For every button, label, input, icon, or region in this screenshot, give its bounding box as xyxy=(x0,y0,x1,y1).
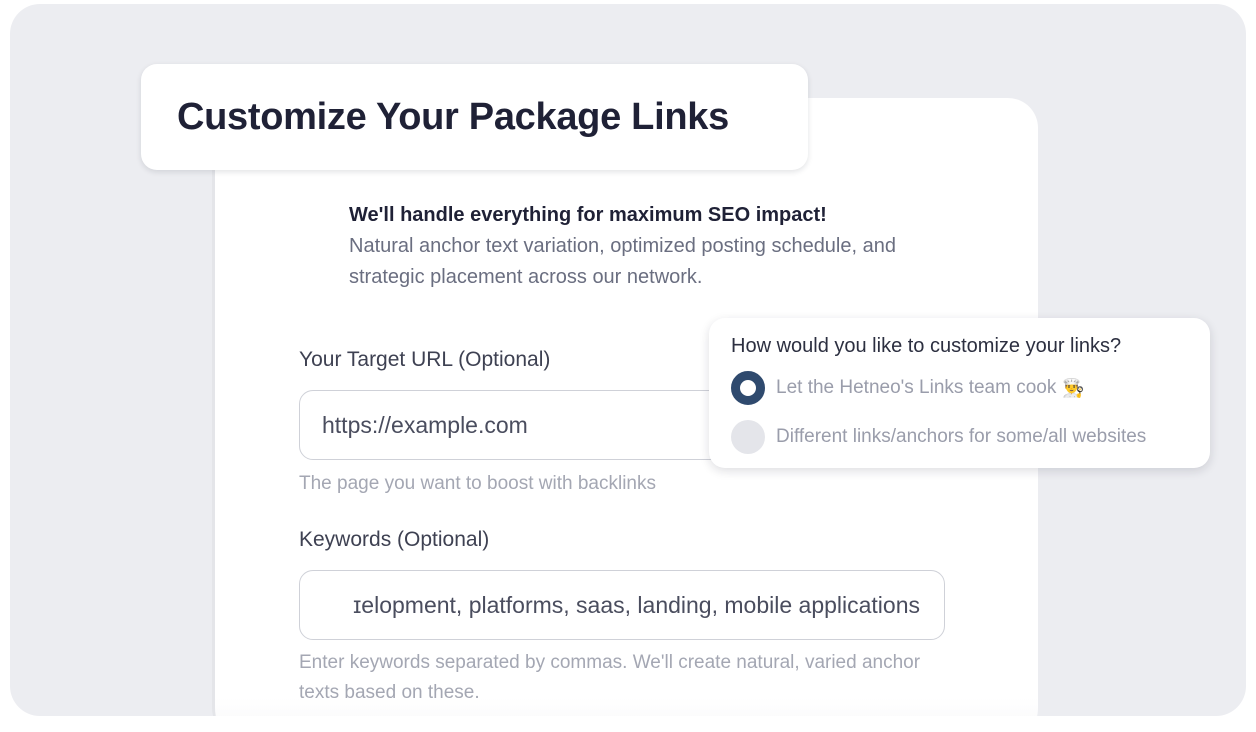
title-banner: Customize Your Package Links xyxy=(141,64,808,170)
option-different-links[interactable]: Different links/anchors for some/all web… xyxy=(731,420,1146,454)
radio-selected[interactable] xyxy=(731,371,765,405)
keywords-value: ɪelopment, platforms, saas, landing, mob… xyxy=(353,591,920,618)
option-team-cook[interactable]: Let the Hetneo's Links team cook 👨‍🍳 xyxy=(731,371,1085,405)
notice-heading: We'll handle everything for maximum SEO … xyxy=(349,204,827,226)
popover-question: How would you like to customize your lin… xyxy=(731,335,1122,357)
chef-icon: 👨‍🍳 xyxy=(1062,377,1085,398)
keywords-label: Keywords (Optional) xyxy=(299,528,490,551)
customize-links-popover: How would you like to customize your lin… xyxy=(709,318,1210,468)
radio-unselected[interactable] xyxy=(731,420,765,454)
option-team-cook-label: Let the Hetneo's Links team cook xyxy=(776,377,1057,398)
target-url-value: https://example.com xyxy=(322,411,528,438)
keywords-input[interactable]: ɪelopment, platforms, saas, landing, mob… xyxy=(299,570,945,640)
target-url-label: Your Target URL (Optional) xyxy=(299,348,551,371)
option-different-links-label: Different links/anchors for some/all web… xyxy=(776,426,1147,447)
notice-body: Natural anchor text variation, optimized… xyxy=(349,235,896,288)
keywords-hint: Enter keywords separated by commas. We'l… xyxy=(299,652,921,703)
page-title: Customize Your Package Links xyxy=(177,95,729,138)
screenshot-frame: Customize Your Package Links We'll handl… xyxy=(10,4,1246,716)
seo-notice: We'll handle everything for maximum SEO … xyxy=(349,200,949,293)
target-url-hint: The page you want to boost with backlink… xyxy=(299,473,656,494)
